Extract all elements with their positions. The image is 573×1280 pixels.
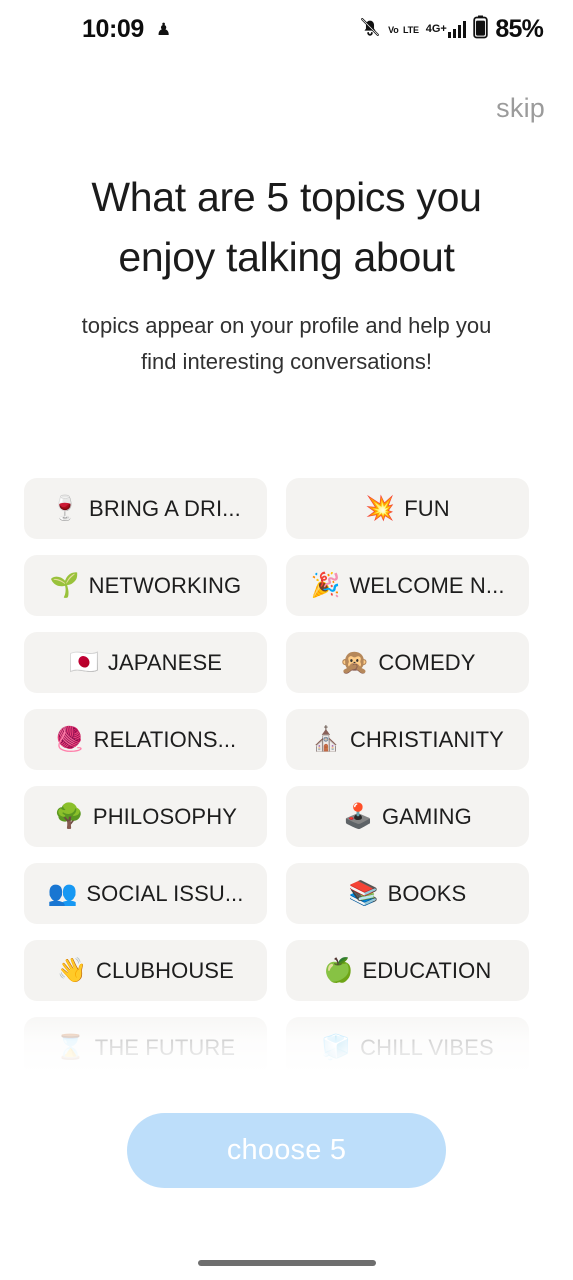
collision-icon: 💥 <box>365 494 396 522</box>
page-subtitle: topics appear on your profile and help y… <box>0 308 573 380</box>
skip-row: skip <box>496 93 545 124</box>
topic-chip[interactable]: 💥 FUN <box>286 478 529 539</box>
busts-in-silhouette-icon: 👥 <box>47 879 78 907</box>
home-gesture-bar[interactable] <box>197 1260 376 1266</box>
tree-icon: 🌳 <box>54 802 84 830</box>
volte-label-bottom: LTE <box>403 25 419 35</box>
topic-chip[interactable]: 🕹️ GAMING <box>286 786 529 847</box>
topic-chip-label: BOOKS <box>387 880 467 906</box>
app-screen: 10:09 ♟ Vo LTE 4G+ 85% skip What are 5 t… <box>0 0 573 1280</box>
topic-chip[interactable]: 👋 CLUBHOUSE <box>24 940 267 1001</box>
topic-chip-label: THE FUTURE <box>94 1034 236 1060</box>
topic-chip-label: PHILOSOPHY <box>92 803 237 829</box>
volte-label-top: Vo <box>388 25 399 35</box>
battery-percent: 85% <box>495 14 543 43</box>
topic-chip-label: JAPANESE <box>107 649 222 675</box>
topic-chip[interactable]: 🍏 EDUCATION <box>286 940 529 1001</box>
books-icon: 📚 <box>348 879 379 907</box>
topic-chip[interactable]: 👥 SOCIAL ISSU... <box>24 863 267 924</box>
church-icon: ⛪ <box>311 725 341 753</box>
battery-icon <box>473 15 489 44</box>
status-bar-left: 10:09 ♟ <box>82 15 171 44</box>
clock: 10:09 <box>82 14 144 43</box>
topic-chip-label: BRING A DRI... <box>89 495 241 521</box>
hourglass-icon: ⌛ <box>55 1033 86 1061</box>
page-title: What are 5 topics you enjoy talking abou… <box>0 167 573 287</box>
status-bar-right: Vo LTE 4G+ 85% <box>359 14 544 44</box>
network-type-label: 4G+ <box>425 22 447 35</box>
green-apple-icon: 🍏 <box>323 956 354 984</box>
volte-icon: Vo LTE <box>388 20 419 38</box>
topic-chip-label: CLUBHOUSE <box>96 957 234 983</box>
topic-chip[interactable]: 🍷 BRING A DRI... <box>24 478 267 539</box>
page-title-line-1: What are 5 topics you <box>91 174 482 220</box>
topic-chip-label: RELATIONS... <box>93 726 237 752</box>
topic-chip-label: WELCOME N... <box>349 572 505 598</box>
topic-chip[interactable]: 🙊 COMEDY <box>286 632 529 693</box>
page-subtitle-line-1: topics appear on your profile and help y… <box>81 313 492 338</box>
topic-chip[interactable]: 🧊 CHILL VIBES <box>286 1017 529 1078</box>
wine-glass-icon: 🍷 <box>50 494 81 522</box>
topic-chip-label: CHILL VIBES <box>360 1034 494 1060</box>
party-popper-icon: 🎉 <box>310 571 341 599</box>
notification-app-icon: ♟ <box>155 19 172 39</box>
topic-chip[interactable]: 🎉 WELCOME N... <box>286 555 529 616</box>
page-title-line-2: enjoy talking about <box>118 234 455 280</box>
topic-chip[interactable]: 🌳 PHILOSOPHY <box>24 786 267 847</box>
topic-chip[interactable]: ⌛ THE FUTURE <box>24 1017 267 1078</box>
japan-flag-icon: 🇯🇵 <box>69 648 99 676</box>
skip-button[interactable]: skip <box>496 93 545 124</box>
topic-chip[interactable]: 🌱 NETWORKING <box>24 555 267 616</box>
topic-chip[interactable]: 📚 BOOKS <box>286 863 529 924</box>
cellular-signal-icon: 4G+ <box>425 20 467 38</box>
bell-muted-icon <box>359 16 381 43</box>
topic-chip[interactable]: 🧶 RELATIONS... <box>24 709 267 770</box>
topic-chip-label: FUN <box>404 495 450 521</box>
topic-chip-label: CHRISTIANITY <box>349 726 504 752</box>
page-subtitle-line-2: find interesting conversations! <box>140 349 433 374</box>
seedling-icon: 🌱 <box>49 571 80 599</box>
choose-button[interactable]: choose 5 <box>127 1113 446 1188</box>
topic-chip-label: COMEDY <box>378 649 476 675</box>
topic-chip[interactable]: 🇯🇵 JAPANESE <box>24 632 267 693</box>
topic-chip-label: GAMING <box>382 803 472 829</box>
joystick-icon: 🕹️ <box>343 802 374 830</box>
ice-cube-icon: 🧊 <box>321 1033 352 1061</box>
topic-chip-label: NETWORKING <box>88 572 242 598</box>
signal-bars <box>447 20 467 38</box>
status-bar: 10:09 ♟ Vo LTE 4G+ 85% <box>0 0 573 58</box>
waving-hand-icon: 👋 <box>57 956 88 984</box>
yarn-icon: 🧶 <box>54 725 85 753</box>
topics-grid[interactable]: 🍷 BRING A DRI... 💥 FUN 🌱 NETWORKING 🎉 WELCOME N… <box>24 478 549 1078</box>
speak-no-evil-monkey-icon: 🙊 <box>339 648 370 676</box>
topic-chip[interactable]: ⛪ CHRISTIANITY <box>286 709 529 770</box>
topic-chip-label: SOCIAL ISSU... <box>86 880 244 906</box>
topic-chip-label: EDUCATION <box>362 957 492 983</box>
